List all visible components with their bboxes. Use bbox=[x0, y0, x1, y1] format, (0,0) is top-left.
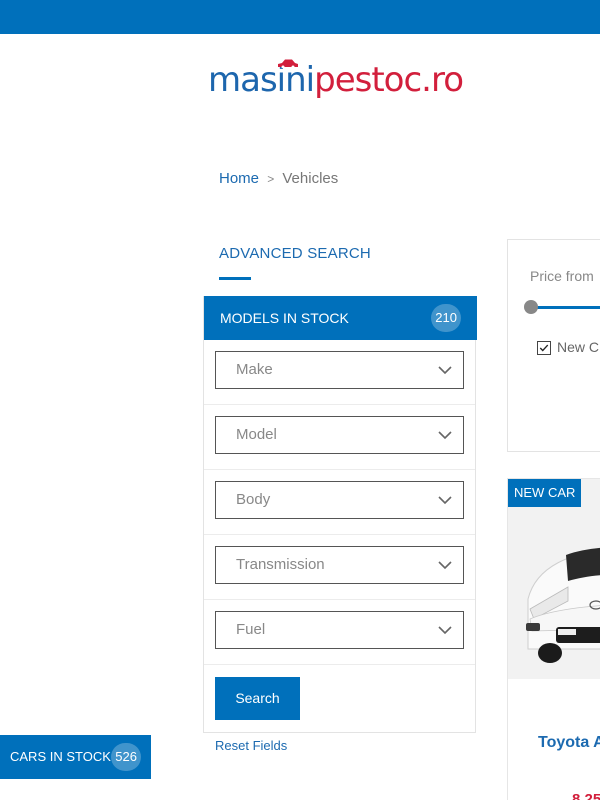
reset-fields-link[interactable]: Reset Fields bbox=[215, 738, 287, 753]
breadcrumb-separator: > bbox=[267, 172, 275, 186]
car-photo-icon bbox=[508, 479, 600, 679]
body-select[interactable]: Body bbox=[215, 481, 464, 519]
model-select[interactable]: Model bbox=[215, 416, 464, 454]
cars-in-stock-count-badge: 526 bbox=[111, 743, 141, 771]
car-logo-icon bbox=[278, 59, 298, 68]
page: masinipestoc.ro Home > Vehicles ADVANCED… bbox=[0, 0, 600, 800]
transmission-select-label: Transmission bbox=[236, 556, 325, 573]
fuel-select-label: Fuel bbox=[236, 621, 266, 638]
cars-in-stock-button[interactable]: CARS IN STOCK 526 bbox=[0, 735, 151, 779]
cars-in-stock-label: CARS IN STOCK bbox=[10, 749, 111, 764]
chevron-down-icon bbox=[438, 431, 452, 440]
models-count-badge: 210 bbox=[431, 304, 461, 332]
breadcrumb-current: Vehicles bbox=[282, 170, 339, 187]
top-bar bbox=[0, 0, 600, 34]
field-row-body: Body bbox=[204, 470, 475, 535]
fuel-select[interactable]: Fuel bbox=[215, 611, 464, 649]
title-underline bbox=[219, 277, 251, 280]
car-image[interactable] bbox=[508, 479, 600, 679]
search-panel: MODELS IN STOCK 210 Make Model Body Tran… bbox=[203, 296, 477, 733]
breadcrumb: Home > Vehicles bbox=[219, 170, 338, 187]
car-listing-card[interactable]: NEW CAR Toyota A 8 25 bbox=[507, 478, 600, 800]
breadcrumb-home-link[interactable]: Home bbox=[219, 170, 259, 187]
model-select-label: Model bbox=[236, 426, 277, 443]
make-select-label: Make bbox=[236, 361, 273, 378]
price-from-label: Price from bbox=[530, 268, 594, 284]
search-button[interactable]: Search bbox=[215, 677, 300, 720]
new-car-checkbox[interactable] bbox=[537, 341, 551, 355]
chevron-down-icon bbox=[438, 366, 452, 375]
car-price: 8 25 bbox=[572, 791, 600, 800]
car-title-link[interactable]: Toyota A bbox=[538, 734, 600, 752]
new-car-checkbox-label: New C bbox=[557, 339, 600, 355]
chevron-down-icon bbox=[438, 561, 452, 570]
field-row-fuel: Fuel bbox=[204, 600, 475, 665]
checkmark-icon bbox=[539, 344, 549, 352]
field-row-make: Make bbox=[204, 340, 475, 405]
field-row-model: Model bbox=[204, 405, 475, 470]
logo-part-2: pestoc.ro bbox=[314, 60, 464, 100]
new-car-badge: NEW CAR bbox=[508, 479, 582, 507]
price-slider-track[interactable] bbox=[530, 306, 600, 309]
body-select-label: Body bbox=[236, 491, 271, 508]
panel-title: MODELS IN STOCK bbox=[220, 310, 349, 326]
field-row-transmission: Transmission bbox=[204, 535, 475, 600]
chevron-down-icon bbox=[438, 626, 452, 635]
panel-header: MODELS IN STOCK 210 bbox=[204, 296, 477, 340]
transmission-select[interactable]: Transmission bbox=[215, 546, 464, 584]
make-select[interactable]: Make bbox=[215, 351, 464, 389]
advanced-search-title: ADVANCED SEARCH bbox=[219, 245, 371, 262]
price-filter-panel: Price from New C bbox=[507, 239, 600, 452]
price-slider-handle[interactable] bbox=[524, 300, 538, 314]
chevron-down-icon bbox=[438, 496, 452, 505]
site-logo[interactable]: masinipestoc.ro bbox=[208, 59, 464, 100]
